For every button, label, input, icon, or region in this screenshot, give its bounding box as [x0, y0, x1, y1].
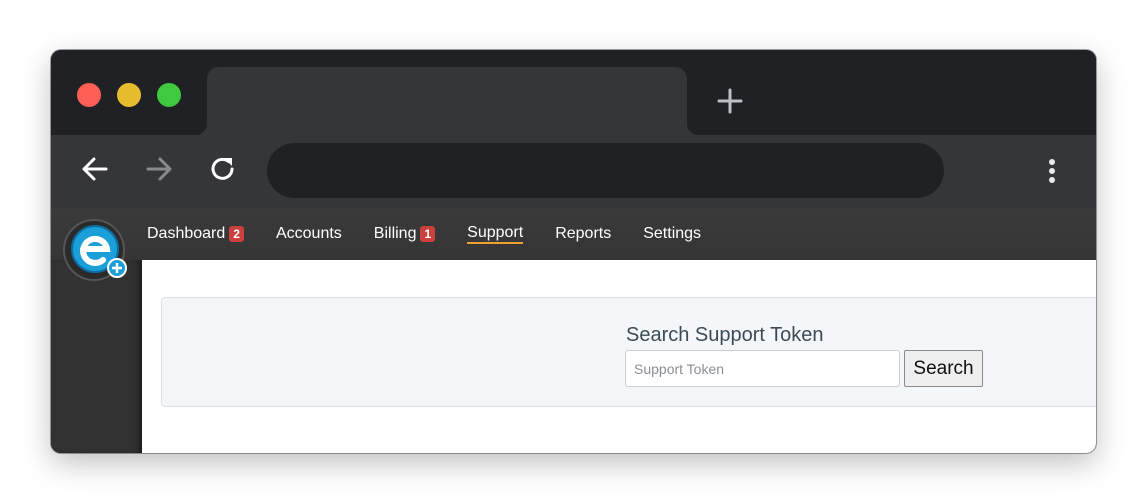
support-search-panel: Search Support Token Search — [161, 297, 1096, 407]
reload-icon — [208, 154, 238, 189]
support-token-input[interactable] — [625, 350, 900, 387]
maximize-window-button[interactable] — [157, 83, 181, 107]
kebab-menu-icon[interactable] — [1041, 155, 1063, 187]
arrow-right-icon — [144, 154, 174, 189]
forward-button[interactable] — [141, 153, 177, 189]
notification-badge: 1 — [420, 226, 436, 242]
title-bar — [51, 50, 1096, 135]
nav-item-settings[interactable]: Settings — [643, 222, 701, 246]
minimize-window-button[interactable] — [117, 83, 141, 107]
nav-item-label: Settings — [643, 225, 702, 242]
search-support-token-heading: Search Support Token — [626, 324, 824, 346]
address-bar[interactable] — [267, 143, 944, 198]
plus-icon[interactable] — [717, 88, 743, 114]
nav-item-label: Support — [467, 224, 524, 244]
back-button[interactable] — [77, 153, 113, 189]
nav-item-reports[interactable]: Reports — [555, 222, 611, 246]
browser-toolbar — [51, 135, 1096, 208]
sidebar — [51, 260, 142, 453]
browser-window: Dashboard 2 Accounts Billing 1 Support Reports… — [51, 50, 1096, 453]
nav-item-label: Accounts — [275, 225, 342, 242]
reload-button[interactable] — [205, 153, 241, 189]
nav-item-label: Dashboard — [147, 225, 226, 242]
arrow-left-icon — [80, 154, 110, 189]
web-page: Dashboard 2 Accounts Billing 1 Support Reports… — [51, 208, 1096, 453]
nav-item-label: Billing — [373, 225, 417, 242]
app-top-nav: Dashboard 2 Accounts Billing 1 Support Reports… — [51, 208, 1096, 260]
e-plus-logo[interactable] — [62, 218, 130, 286]
nav-item-support[interactable]: Support — [467, 222, 524, 246]
nav-item-label: Reports — [555, 225, 612, 242]
notification-badge: 2 — [229, 226, 244, 242]
close-window-button[interactable] — [77, 83, 101, 107]
nav-item-accounts[interactable]: Accounts — [276, 222, 342, 246]
nav-item-dashboard[interactable]: Dashboard 2 — [147, 222, 244, 246]
search-button[interactable]: Search — [904, 350, 983, 387]
browser-tab[interactable] — [195, 67, 699, 135]
main-nav: Dashboard 2 Accounts Billing 1 Support Reports… — [147, 208, 733, 260]
nav-item-billing[interactable]: Billing 1 — [373, 222, 436, 246]
main-content: Search Support Token Search — [142, 260, 1096, 453]
